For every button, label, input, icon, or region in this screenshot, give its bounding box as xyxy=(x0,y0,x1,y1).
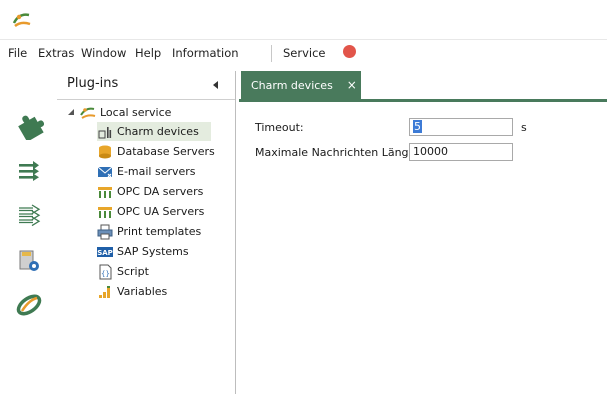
tree-item-label: SAP Systems xyxy=(117,245,189,258)
max-length-field[interactable]: 10000 xyxy=(409,143,513,161)
service-status-indicator xyxy=(343,45,356,58)
script-icon: {} xyxy=(97,264,113,280)
menu-separator xyxy=(271,45,272,62)
tree-item-label: Variables xyxy=(117,285,168,298)
arrows-outline-icon xyxy=(19,204,41,227)
tree-item-opc-ua-servers[interactable]: OPC UA Servers xyxy=(97,202,216,221)
tree-item-label: OPC DA servers xyxy=(117,185,204,198)
app-logo-icon xyxy=(12,13,31,28)
tree-item-script[interactable]: {} Script xyxy=(97,262,161,281)
svg-text:SAP: SAP xyxy=(97,249,113,257)
flows-activity-button[interactable] xyxy=(8,151,50,191)
tree-root-local-service[interactable]: Local service xyxy=(67,103,183,121)
svg-text:{}: {} xyxy=(101,270,110,278)
tree-item-charm-devices[interactable]: Charm devices xyxy=(97,122,211,141)
menu-window[interactable]: Window xyxy=(81,46,126,60)
timeout-unit: s xyxy=(521,121,527,134)
local-service-icon xyxy=(80,107,96,119)
plugins-panel-title: Plug-ins xyxy=(67,76,119,91)
tree-item-sap-systems[interactable]: SAP SAP Systems xyxy=(97,242,201,261)
settings-activity-button[interactable] xyxy=(8,241,50,281)
title-bar xyxy=(0,0,607,38)
puzzle-icon xyxy=(18,115,44,140)
plugins-activity-button[interactable] xyxy=(8,105,50,145)
timeout-value: 5 xyxy=(413,120,422,133)
tree-item-label: Script xyxy=(117,265,149,278)
activity-bar xyxy=(0,71,57,394)
max-length-value: 10000 xyxy=(413,145,448,158)
opc-da-icon xyxy=(97,184,113,200)
tab-label: Charm devices xyxy=(251,78,333,92)
expand-arrow-icon[interactable] xyxy=(67,108,75,116)
opc-ua-icon xyxy=(97,204,113,220)
menu-bar: File Extras Window Help Information Serv… xyxy=(0,39,607,66)
variables-icon xyxy=(97,284,113,300)
printer-icon xyxy=(97,224,113,240)
database-icon xyxy=(97,144,113,160)
timeout-label: Timeout: xyxy=(255,121,304,134)
collapse-left-icon[interactable] xyxy=(209,79,223,91)
menu-service[interactable]: Service xyxy=(283,46,326,60)
tree-item-label: Print templates xyxy=(117,225,202,238)
timeout-field[interactable]: 5 xyxy=(409,118,513,136)
tree-item-opc-da-servers[interactable]: OPC DA servers xyxy=(97,182,215,201)
menu-information[interactable]: Information xyxy=(172,46,239,60)
plugins-panel: Plug-ins Local service Charm devices Dat… xyxy=(57,71,236,394)
menu-file[interactable]: File xyxy=(8,46,27,60)
tree-item-label: Charm devices xyxy=(117,125,199,138)
email-server-icon xyxy=(97,164,113,180)
menu-extras[interactable]: Extras xyxy=(38,46,74,60)
orbit-logo-icon xyxy=(16,294,42,316)
document-tabstrip: Charm devices × xyxy=(239,71,607,102)
document-area: Charm devices × Timeout: 5 s Maximale Na… xyxy=(239,71,607,394)
plugins-panel-header: Plug-ins xyxy=(57,71,235,100)
tree-item-database-servers[interactable]: Database Servers xyxy=(97,142,227,161)
document-settings-icon xyxy=(19,250,39,271)
tree-item-variables[interactable]: Variables xyxy=(97,282,179,301)
sap-icon: SAP xyxy=(97,244,113,260)
max-length-label: Maximale Nachrichten Länge: xyxy=(255,146,420,159)
tree-item-print-templates[interactable]: Print templates xyxy=(97,222,213,241)
tree-item-label: Database Servers xyxy=(117,145,215,158)
tree-root-label: Local service xyxy=(100,105,172,119)
tree-item-email-servers[interactable]: E-mail servers xyxy=(97,162,208,181)
tree-item-label: OPC UA Servers xyxy=(117,205,205,218)
tab-charm-devices[interactable]: Charm devices × xyxy=(241,71,361,99)
flows-outline-activity-button[interactable] xyxy=(8,195,50,235)
arrows-solid-icon xyxy=(19,161,39,181)
tree-item-label: E-mail servers xyxy=(117,165,196,178)
close-icon[interactable]: × xyxy=(347,78,357,92)
orbit-activity-button[interactable] xyxy=(8,285,50,325)
charm-device-icon xyxy=(97,124,113,140)
menu-help[interactable]: Help xyxy=(135,46,161,60)
